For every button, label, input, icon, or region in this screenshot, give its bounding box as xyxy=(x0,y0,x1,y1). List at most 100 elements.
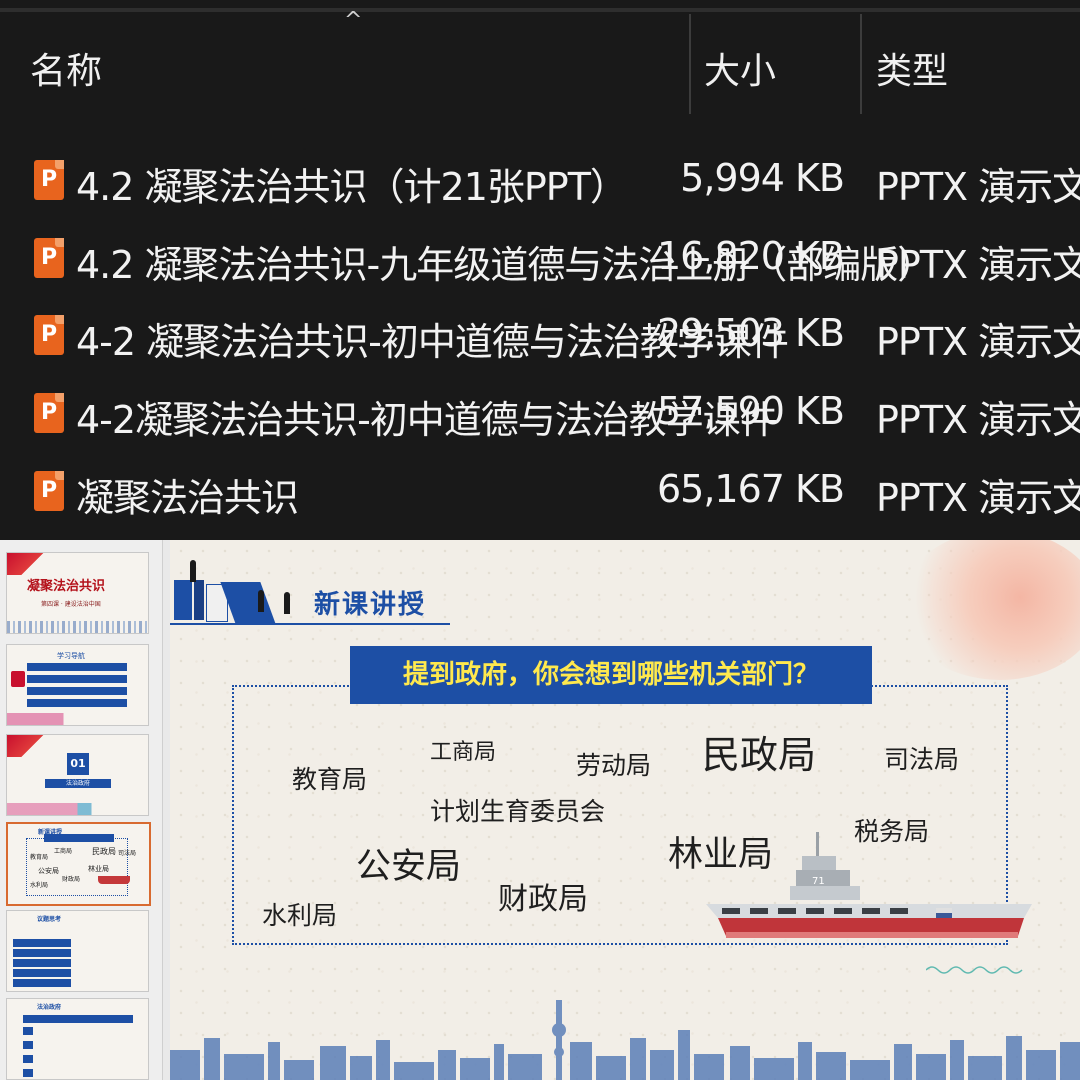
column-divider[interactable] xyxy=(860,14,862,114)
file-name: 凝聚法治共识 xyxy=(76,476,299,520)
thumb-word: 林业局 xyxy=(88,865,109,873)
icon-letter: P xyxy=(40,322,58,347)
word-gongshang: 工商局 xyxy=(430,740,497,765)
sort-ascending-icon[interactable]: ^ xyxy=(344,10,362,32)
thumb-bar xyxy=(23,1055,33,1063)
powerpoint-file-icon: P xyxy=(34,315,64,355)
word-jihua: 计划生育委员会 xyxy=(430,797,606,826)
wave-decoration xyxy=(926,966,1023,974)
nav-bar xyxy=(27,699,127,707)
thumb-bar xyxy=(23,1027,33,1035)
thumb-bar xyxy=(23,1069,33,1077)
thumb-word: 水利局 xyxy=(30,882,49,889)
file-type: PPTX 演示文稿 xyxy=(876,243,1080,287)
powerpoint-file-icon: P xyxy=(34,160,64,200)
slide-thumbnail-3[interactable]: 01 法治政府 xyxy=(6,734,149,816)
file-size: 65,167 KB xyxy=(656,467,845,511)
word-sifa: 司法局 xyxy=(884,745,960,774)
slide-thumbnail-pane: 凝聚法治共识 第四课 · 建设法治中国 学习导航 01 法治政府 新课讲授 工商… xyxy=(0,540,163,1080)
nav-bar xyxy=(27,663,127,671)
thumb-word: 公安局 xyxy=(38,867,59,875)
slide-thumbnail-6[interactable]: 法治政府 xyxy=(6,998,149,1080)
file-size: 57,590 KB xyxy=(656,389,845,433)
thumb-bar xyxy=(23,1015,133,1023)
presentation-preview: 凝聚法治共识 第四课 · 建设法治中国 学习导航 01 法治政府 新课讲授 工商… xyxy=(0,540,1080,1080)
file-row[interactable]: P 4.2 凝聚法治共识（计21张PPT） 5,994 KB PPTX 演示文稿 xyxy=(0,146,1080,216)
flag-decoration xyxy=(7,735,45,757)
file-size: 29,503 KB xyxy=(656,311,845,355)
flag-decoration xyxy=(7,553,45,575)
aircraft-carrier-illustration: 71 xyxy=(706,832,1032,938)
powerpoint-file-icon: P xyxy=(34,238,64,278)
books-decoration xyxy=(220,582,276,624)
thumb-heading: 议题思考 xyxy=(37,916,62,923)
column-header-type[interactable]: 类型 xyxy=(876,42,948,94)
thumb-word: 财政局 xyxy=(62,876,81,883)
slide-thumbnail-5[interactable]: 议题思考 xyxy=(6,910,149,992)
nav-bar xyxy=(27,687,127,695)
icon-letter: P xyxy=(40,245,58,270)
column-header-name[interactable]: 名称 xyxy=(30,42,102,94)
skyline-decoration xyxy=(7,803,148,815)
question-banner: 提到政府，你会想到哪些机关部门？ xyxy=(350,646,872,704)
thumb-bar xyxy=(13,959,71,967)
thumb-word: 司法局 xyxy=(118,850,137,857)
icon-letter: P xyxy=(40,167,58,192)
ship-number: 71 xyxy=(812,876,825,887)
thumb-bar xyxy=(23,1041,33,1049)
word-caizheng: 财政局 xyxy=(498,882,588,917)
slide-thumbnail-2[interactable]: 学习导航 xyxy=(6,644,149,726)
city-skyline-decoration xyxy=(170,1000,1080,1080)
thumb-title: 凝聚法治共识 xyxy=(27,579,106,594)
file-type: PPTX 演示文稿 xyxy=(876,320,1080,364)
section-title: 新课讲授 xyxy=(314,590,427,620)
books-decoration xyxy=(194,580,204,620)
thumb-question-banner xyxy=(44,834,114,842)
slide-thumbnail-1[interactable]: 凝聚法治共识 第四课 · 建设法治中国 xyxy=(6,552,149,634)
file-type: PPTX 演示文稿 xyxy=(876,476,1080,520)
icon-letter: P xyxy=(40,478,58,503)
person-figure-icon xyxy=(190,560,196,582)
thumb-subtitle: 第四课 · 建设法治中国 xyxy=(41,601,101,608)
skyline-decoration xyxy=(7,713,148,725)
file-row[interactable]: P 4.2 凝聚法治共识-九年级道德与法治上册（部编版） 16,820 KB P… xyxy=(0,224,1080,294)
word-minzheng: 民政局 xyxy=(702,733,817,777)
ship-icon xyxy=(98,876,130,884)
thumb-bar xyxy=(13,939,71,947)
section-underline xyxy=(170,623,450,625)
slide-thumbnail-4[interactable]: 新课讲授 工商局 民政局 司法局 教育局 公安局 林业局 财政局 水利局 xyxy=(6,822,151,906)
column-divider[interactable] xyxy=(689,14,691,114)
word-laodong: 劳动局 xyxy=(576,751,652,780)
person-figure-icon xyxy=(284,592,290,614)
file-size: 5,994 KB xyxy=(680,156,845,200)
thumb-word: 民政局 xyxy=(92,847,116,856)
word-jiaoyu: 教育局 xyxy=(292,765,368,794)
skyline-decoration xyxy=(7,621,148,633)
thumb-word: 工商局 xyxy=(54,848,73,855)
section-number: 01 xyxy=(67,753,89,775)
powerpoint-file-icon: P xyxy=(34,471,64,511)
word-gongan: 公安局 xyxy=(356,847,462,887)
thumb-bar xyxy=(13,979,71,987)
current-slide[interactable]: 新课讲授 提到政府，你会想到哪些机关部门？ 工商局 劳动局 民政局 司法局 教育… xyxy=(170,540,1080,1080)
file-name: 4.2 凝聚法治共识（计21张PPT） xyxy=(76,165,628,209)
thumb-heading: 学习导航 xyxy=(57,652,85,660)
books-decoration xyxy=(174,580,192,620)
word-shuili: 水利局 xyxy=(262,901,338,930)
nav-bar xyxy=(27,675,127,683)
thumb-word: 教育局 xyxy=(30,854,49,861)
file-row[interactable]: P 4-2凝聚法治共识-初中道德与法治教学课件 57,590 KB PPTX 演… xyxy=(0,379,1080,449)
file-type: PPTX 演示文稿 xyxy=(876,165,1080,209)
national-emblem-decoration xyxy=(900,540,1080,680)
thumb-bar xyxy=(13,949,71,957)
column-header-size[interactable]: 大小 xyxy=(704,42,776,94)
file-explorer: ^ 名称 大小 类型 P 4.2 凝聚法治共识（计21张PPT） 5,994 K… xyxy=(0,0,1080,540)
file-row[interactable]: P 4-2 凝聚法治共识-初中道德与法治教学课件 29,503 KB PPTX … xyxy=(0,301,1080,371)
thumb-bar xyxy=(13,969,71,977)
file-row[interactable]: P 凝聚法治共识 65,167 KB PPTX 演示文稿 xyxy=(0,457,1080,527)
powerpoint-file-icon: P xyxy=(34,393,64,433)
file-size: 16,820 KB xyxy=(656,234,845,278)
icon-letter: P xyxy=(40,400,58,425)
person-figure-icon xyxy=(258,590,264,612)
book-icon xyxy=(11,671,25,687)
